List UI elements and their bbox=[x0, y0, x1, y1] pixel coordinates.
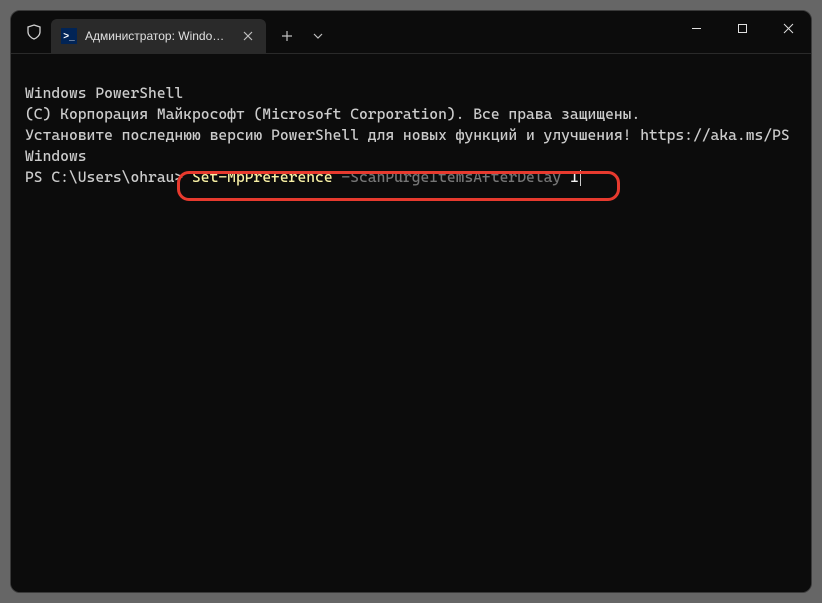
terminal-output[interactable]: Windows PowerShell(C) Корпорация Майкрос… bbox=[11, 53, 811, 592]
window-controls bbox=[673, 11, 811, 53]
output-line: Установите последнюю версию PowerShell д… bbox=[25, 125, 797, 167]
output-line: (C) Корпорация Майкрософт (Microsoft Cor… bbox=[25, 104, 797, 125]
tab-active[interactable]: >_ Администратор: Windows Po bbox=[51, 19, 266, 53]
command-input[interactable]: Set-MpPreference -ScanPurgeItemsAfterDel… bbox=[192, 168, 581, 186]
admin-shield-icon bbox=[23, 21, 45, 43]
titlebar[interactable]: >_ Администратор: Windows Po bbox=[11, 11, 811, 53]
parameter-value: 1 bbox=[570, 168, 579, 186]
minimize-button[interactable] bbox=[673, 11, 719, 45]
text-cursor bbox=[580, 170, 581, 186]
tab-close-button[interactable] bbox=[240, 28, 256, 44]
powershell-icon: >_ bbox=[61, 28, 77, 44]
cmdlet-name: Set-MpPreference bbox=[192, 168, 333, 186]
output-line: Windows PowerShell bbox=[25, 83, 797, 104]
terminal-window: >_ Администратор: Windows Po Windows Po bbox=[10, 10, 812, 593]
tab-dropdown-button[interactable] bbox=[304, 19, 332, 53]
prompt-text: PS C:\Users\ohrau> bbox=[25, 168, 192, 186]
parameter-name: -ScanPurgeItemsAfterDelay bbox=[333, 168, 570, 186]
maximize-button[interactable] bbox=[719, 11, 765, 45]
prompt-line: PS C:\Users\ohrau> Set-MpPreference -Sca… bbox=[25, 167, 797, 188]
tab-title: Администратор: Windows Po bbox=[85, 29, 232, 43]
close-window-button[interactable] bbox=[765, 11, 811, 45]
new-tab-button[interactable] bbox=[270, 19, 304, 53]
